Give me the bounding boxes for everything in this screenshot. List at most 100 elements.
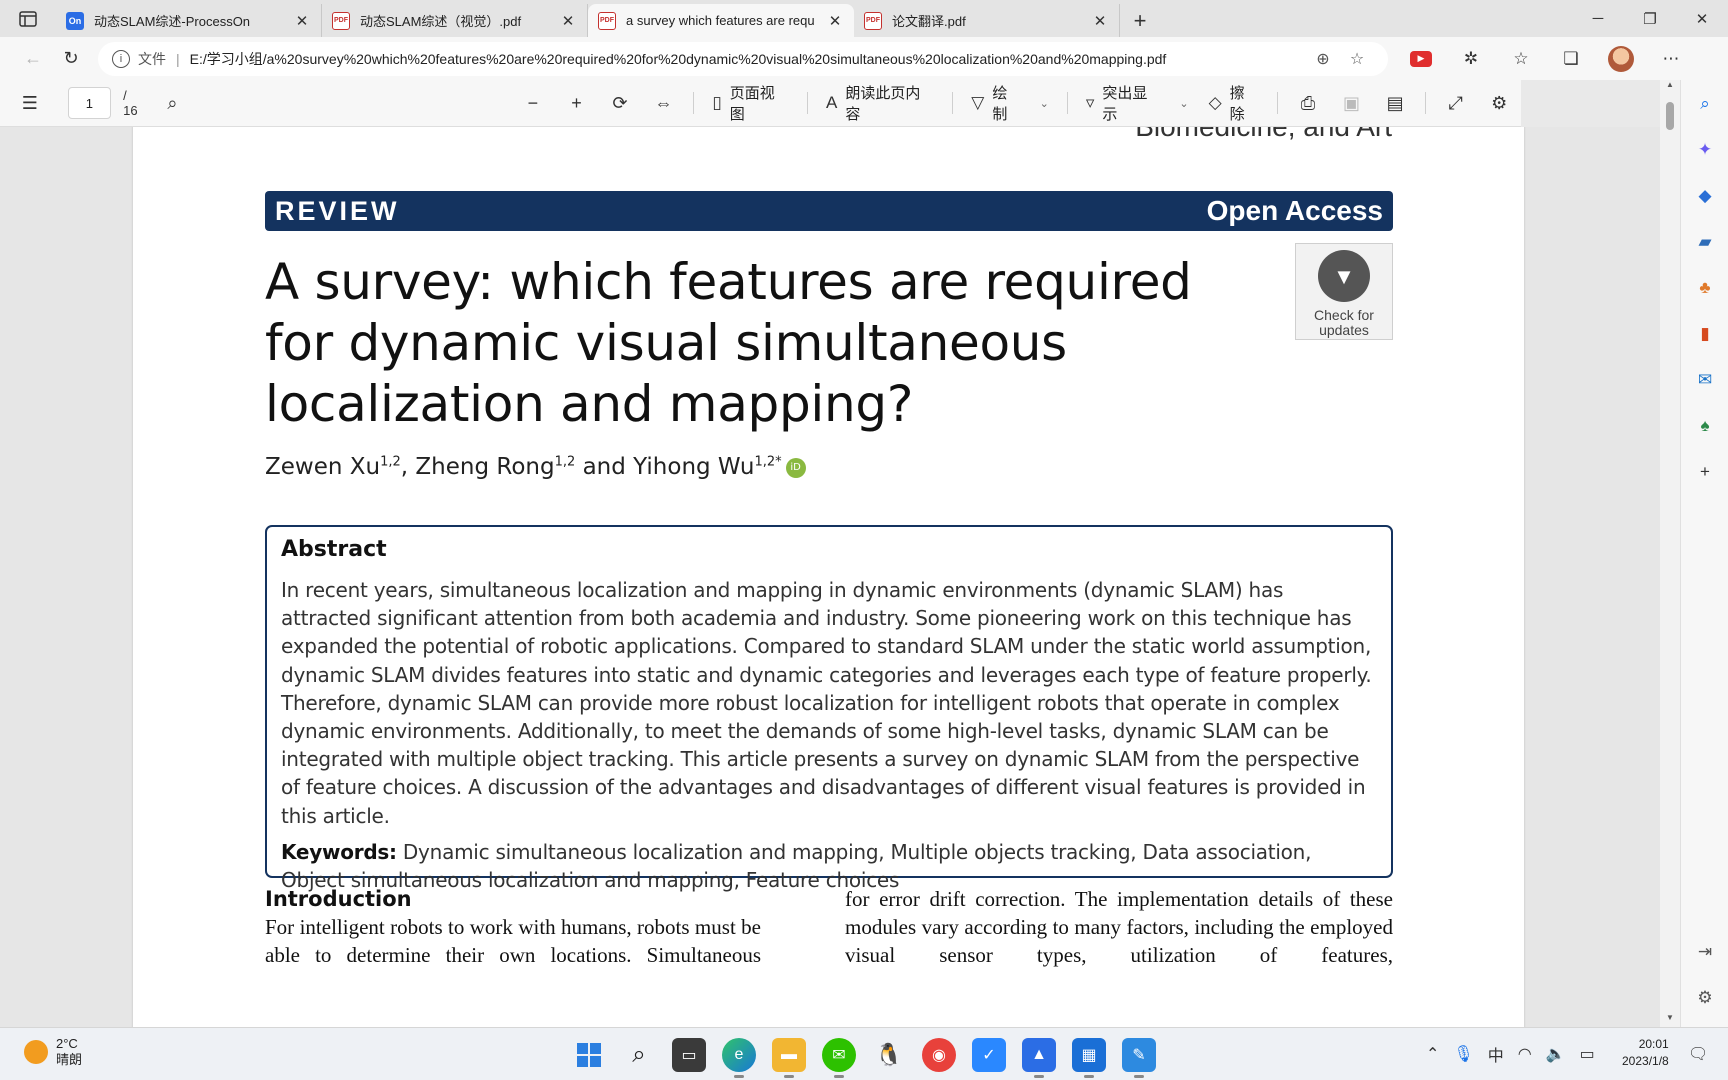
highlight-icon: ▿ xyxy=(1085,93,1095,112)
wechat-icon[interactable]: ✉ xyxy=(822,1038,856,1078)
tab-actions-button[interactable] xyxy=(0,0,56,37)
microphone-icon[interactable]: 🎙 xyxy=(1453,1044,1473,1064)
orcid-icon[interactable]: iD xyxy=(785,457,806,478)
tab-title: 动态SLAM综述（视觉）.pdf xyxy=(360,14,522,29)
draw-button[interactable]: ▽ 绘制 ⌄ xyxy=(961,82,1059,124)
chevron-down-icon[interactable]: ⌄ xyxy=(1040,97,1049,110)
highlight-button[interactable]: ▿ 突出显示 ⌄ xyxy=(1076,82,1199,124)
weather-widget[interactable]: 2°C 晴朗 xyxy=(24,1036,82,1068)
volume-icon[interactable]: 🔈 xyxy=(1546,1044,1566,1064)
close-icon[interactable]: ✕ xyxy=(826,12,844,30)
processon-icon: On xyxy=(66,11,84,30)
outlook-icon[interactable]: ✉ xyxy=(1693,368,1717,392)
feishu-icon[interactable]: ✓ xyxy=(972,1038,1006,1072)
search-icon[interactable]: ⌕ xyxy=(151,93,195,114)
favorites-icon[interactable]: ☆ xyxy=(1496,49,1546,69)
games-icon[interactable]: ♣ xyxy=(1693,276,1717,300)
erase-button[interactable]: ◇ 擦除 xyxy=(1199,82,1270,124)
bookmark-icon: ▼ xyxy=(1318,250,1370,302)
tab-slam-review-pdf[interactable]: PDF 动态SLAM综述（视觉）.pdf ✕ xyxy=(322,4,588,37)
extensions-icon[interactable]: ✲ xyxy=(1446,49,1496,69)
zoom-out-icon[interactable]: − xyxy=(511,93,555,114)
notification-icon[interactable]: 🗨 xyxy=(1688,1044,1708,1064)
tab-title: a survey which features are requ xyxy=(626,13,815,28)
save-as-icon[interactable]: ▤ xyxy=(1373,93,1417,114)
pdf-page: Biomedicine, and Art REVIEW Open Access … xyxy=(133,127,1524,1027)
shopping-tag-icon[interactable]: ◆ xyxy=(1693,184,1717,208)
taskbar-search-icon[interactable]: ⌕ xyxy=(622,1038,656,1072)
close-icon[interactable]: ✕ xyxy=(293,12,311,30)
clock[interactable]: 20:01 2023/1/8 xyxy=(1622,1036,1669,1070)
window-close-button[interactable]: ✕ xyxy=(1676,0,1728,37)
url-field[interactable]: i 文件 | E:/学习小组/a%20survey%20which%20feat… xyxy=(98,41,1388,76)
info-icon[interactable]: i xyxy=(112,49,130,68)
add-sidebar-icon[interactable]: + xyxy=(1693,460,1717,484)
check-for-updates-badge[interactable]: ▼ Check for updates xyxy=(1295,243,1393,340)
paper-title: A survey: which features are required fo… xyxy=(265,253,1192,433)
time: 20:01 xyxy=(1638,1037,1669,1051)
open-access-label: Open Access xyxy=(1206,195,1383,226)
wifi-icon[interactable]: ◠ xyxy=(1518,1044,1532,1064)
close-icon[interactable]: ✕ xyxy=(1091,12,1109,30)
add-favorite-icon[interactable]: ☆ xyxy=(1340,49,1374,69)
pdf-icon: PDF xyxy=(598,11,616,30)
qq-icon[interactable]: 🐧 xyxy=(872,1038,906,1072)
photos-icon[interactable]: ▦ xyxy=(1072,1038,1106,1078)
netease-music-icon[interactable]: ◉ xyxy=(922,1038,956,1072)
task-view-icon[interactable]: ▭ xyxy=(672,1038,706,1072)
scroll-down-icon[interactable]: ▼ xyxy=(1660,1013,1680,1027)
zoom-in-icon[interactable]: + xyxy=(555,93,599,114)
battery-icon[interactable]: ▭ xyxy=(1580,1044,1595,1064)
refresh-button[interactable]: ↻ xyxy=(52,43,90,75)
tab-survey-pdf[interactable]: PDF a survey which features are requ ✕ xyxy=(588,4,854,37)
restore-button[interactable]: ❐ xyxy=(1624,0,1676,37)
sidebar-settings-icon[interactable]: ⚙ xyxy=(1693,986,1717,1010)
chevron-down-icon[interactable]: ⌄ xyxy=(1179,97,1188,110)
zoom-icon[interactable]: ⊕ xyxy=(1306,49,1340,69)
collections-icon[interactable]: ❏ xyxy=(1546,49,1596,69)
minimize-button[interactable]: ─ xyxy=(1572,0,1624,37)
save-icon[interactable]: ▣ xyxy=(1330,93,1374,114)
scroll-up-icon[interactable]: ▲ xyxy=(1660,80,1680,94)
start-button[interactable] xyxy=(572,1038,606,1072)
contents-icon[interactable]: ☰ xyxy=(8,93,52,114)
more-menu-icon[interactable]: ⋯ xyxy=(1646,49,1696,69)
print-icon[interactable]: ⎙ xyxy=(1286,93,1330,114)
fit-width-icon[interactable]: ⇔ xyxy=(642,93,686,114)
body-text-right: for error drift correction. The implemen… xyxy=(845,887,1393,967)
profile-avatar[interactable] xyxy=(1608,45,1634,72)
editor-icon[interactable]: ✎ xyxy=(1122,1038,1156,1078)
lark-icon[interactable]: ▲ xyxy=(1022,1038,1056,1078)
read-aloud-button[interactable]: A 朗读此页内容 xyxy=(816,82,944,124)
sidebar-search-icon[interactable]: ⌕ xyxy=(1693,92,1717,116)
file-explorer-icon[interactable]: ▬ xyxy=(772,1038,806,1078)
draw-label: 绘制 xyxy=(992,85,1008,123)
video-extension-icon[interactable]: ▶ xyxy=(1410,50,1432,67)
url-text[interactable]: E:/学习小组/a%20survey%20which%20features%20… xyxy=(190,49,1306,69)
settings-gear-icon[interactable]: ⚙ xyxy=(1477,93,1521,114)
ime-indicator[interactable]: 中 xyxy=(1488,1042,1504,1066)
keywords-label: Keywords: xyxy=(281,839,397,864)
scrollbar-thumb[interactable] xyxy=(1666,102,1674,130)
taskbar-apps: ⌕ ▭ e ▬ ✉ 🐧 ◉ ✓ ▲ ▦ ✎ xyxy=(572,1038,1156,1078)
vertical-scrollbar[interactable]: ▲ ▼ xyxy=(1660,80,1680,1027)
tree-icon[interactable]: ♠ xyxy=(1693,414,1717,438)
copilot-icon[interactable]: ✦ xyxy=(1693,138,1717,162)
tab-translation-pdf[interactable]: PDF 论文翻译.pdf ✕ xyxy=(854,4,1120,37)
page-view-button[interactable]: ▯ 页面视图 xyxy=(702,82,799,124)
hide-sidebar-icon[interactable]: ⇥ xyxy=(1693,940,1717,964)
tools-icon[interactable]: ▰ xyxy=(1693,230,1717,254)
tab-processon[interactable]: On 动态SLAM综述-ProcessOn ✕ xyxy=(56,4,322,37)
office-icon[interactable]: ▮ xyxy=(1693,322,1717,346)
page-number-input[interactable]: 1 xyxy=(67,87,112,119)
document-viewport[interactable]: Biomedicine, and Art REVIEW Open Access … xyxy=(0,127,1660,1027)
close-icon[interactable]: ✕ xyxy=(559,12,577,30)
rotate-icon[interactable]: ⟳ xyxy=(598,93,642,114)
fullscreen-icon[interactable]: ⤢ xyxy=(1434,93,1478,114)
author-affiliation: 1,2 xyxy=(380,454,401,470)
body-text-left: For intelligent robots to work with huma… xyxy=(265,915,761,967)
chevron-up-icon[interactable]: ⌃ xyxy=(1426,1044,1439,1064)
new-tab-button[interactable]: + xyxy=(1120,4,1160,37)
back-button[interactable]: ← xyxy=(14,43,52,75)
edge-browser-icon[interactable]: e xyxy=(722,1038,756,1078)
